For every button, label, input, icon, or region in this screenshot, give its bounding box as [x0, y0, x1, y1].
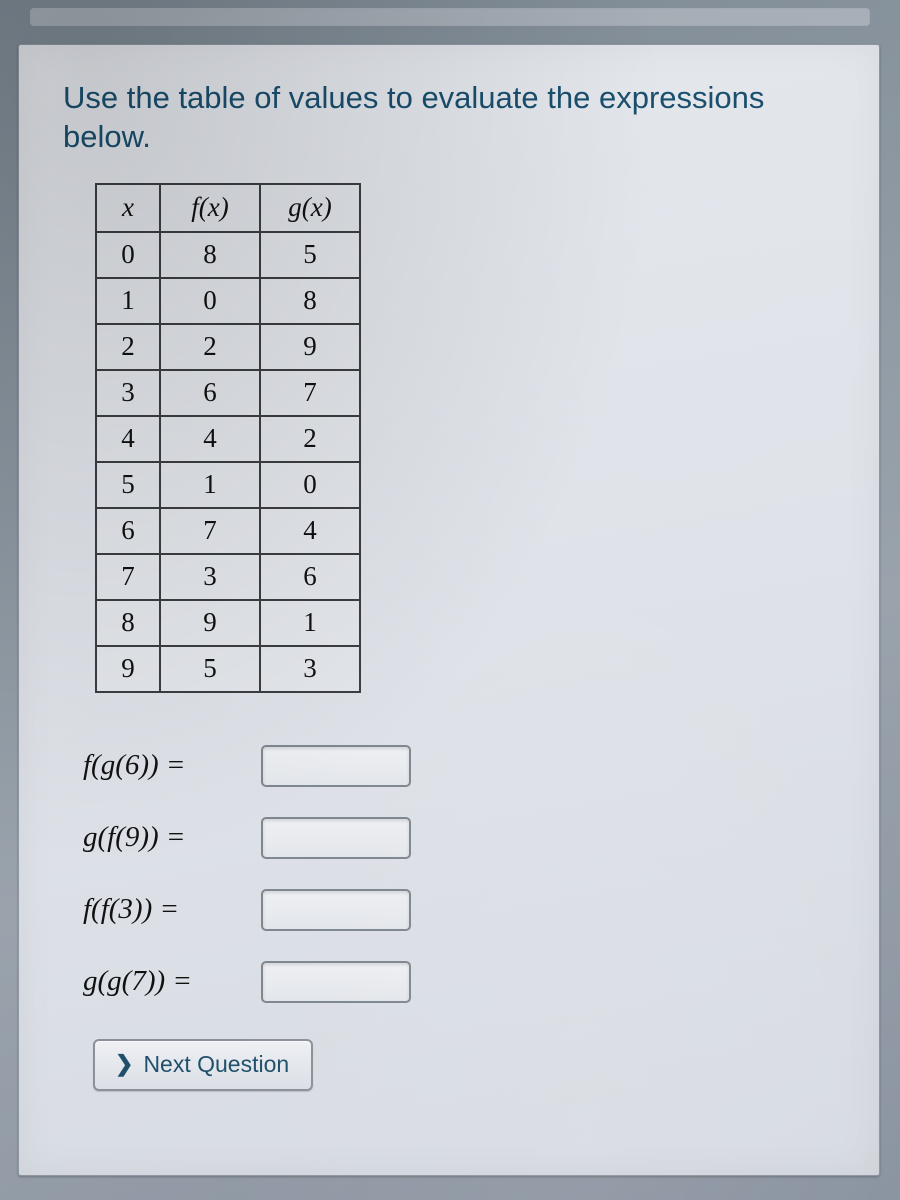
table-row: 1 0 8: [96, 278, 360, 324]
cell-gx: 0: [260, 462, 360, 508]
cell-gx: 2: [260, 416, 360, 462]
cell-gx: 1: [260, 600, 360, 646]
cell-fx: 5: [160, 646, 260, 692]
cell-fx: 3: [160, 554, 260, 600]
header-fx: f(x): [160, 184, 260, 232]
answer-input-3[interactable]: [261, 889, 411, 931]
question-prompt: Use the table of values to evaluate the …: [63, 79, 851, 157]
cell-gx: 9: [260, 324, 360, 370]
cell-gx: 7: [260, 370, 360, 416]
table-row: 0 8 5: [96, 232, 360, 278]
cell-x: 8: [96, 600, 160, 646]
values-table: x f(x) g(x) 0 8 5 1 0 8 2 2: [95, 183, 361, 693]
table-row: 7 3 6: [96, 554, 360, 600]
expression-row: f(g(6)) =: [83, 745, 851, 787]
expression-label: g(f(9)) =: [83, 821, 261, 854]
cell-fx: 2: [160, 324, 260, 370]
table-header-row: x f(x) g(x): [96, 184, 360, 232]
table-row: 8 9 1: [96, 600, 360, 646]
table-row: 3 6 7: [96, 370, 360, 416]
cell-fx: 1: [160, 462, 260, 508]
cell-x: 6: [96, 508, 160, 554]
table-row: 4 4 2: [96, 416, 360, 462]
answer-input-2[interactable]: [261, 817, 411, 859]
cell-x: 9: [96, 646, 160, 692]
expression-label: f(g(6)) =: [83, 749, 261, 782]
cell-x: 4: [96, 416, 160, 462]
cell-fx: 0: [160, 278, 260, 324]
header-gx: g(x): [260, 184, 360, 232]
next-question-label: Next Question: [143, 1051, 289, 1078]
question-panel: Use the table of values to evaluate the …: [18, 44, 880, 1176]
table-row: 2 2 9: [96, 324, 360, 370]
table-row: 6 7 4: [96, 508, 360, 554]
cell-x: 3: [96, 370, 160, 416]
expression-row: f(f(3)) =: [83, 889, 851, 931]
cell-fx: 4: [160, 416, 260, 462]
next-question-button[interactable]: ❯ Next Question: [93, 1039, 313, 1091]
values-table-wrap: x f(x) g(x) 0 8 5 1 0 8 2 2: [95, 183, 851, 693]
chevron-right-icon: ❯: [115, 1051, 133, 1077]
cell-x: 5: [96, 462, 160, 508]
cell-fx: 9: [160, 600, 260, 646]
cell-x: 7: [96, 554, 160, 600]
cell-x: 0: [96, 232, 160, 278]
expression-label: f(f(3)) =: [83, 893, 261, 926]
answer-input-4[interactable]: [261, 961, 411, 1003]
table-row: 5 1 0: [96, 462, 360, 508]
expression-row: g(g(7)) =: [83, 961, 851, 1003]
cell-fx: 7: [160, 508, 260, 554]
cell-gx: 5: [260, 232, 360, 278]
expressions-section: f(g(6)) = g(f(9)) = f(f(3)) = g(g(7)) =: [83, 745, 851, 1003]
cell-x: 1: [96, 278, 160, 324]
cell-gx: 3: [260, 646, 360, 692]
cell-gx: 4: [260, 508, 360, 554]
cell-x: 2: [96, 324, 160, 370]
previous-card-edge: [30, 8, 870, 26]
answer-input-1[interactable]: [261, 745, 411, 787]
cell-gx: 8: [260, 278, 360, 324]
cell-gx: 6: [260, 554, 360, 600]
cell-fx: 6: [160, 370, 260, 416]
cell-fx: 8: [160, 232, 260, 278]
expression-label: g(g(7)) =: [83, 965, 261, 998]
header-x: x: [96, 184, 160, 232]
table-row: 9 5 3: [96, 646, 360, 692]
expression-row: g(f(9)) =: [83, 817, 851, 859]
